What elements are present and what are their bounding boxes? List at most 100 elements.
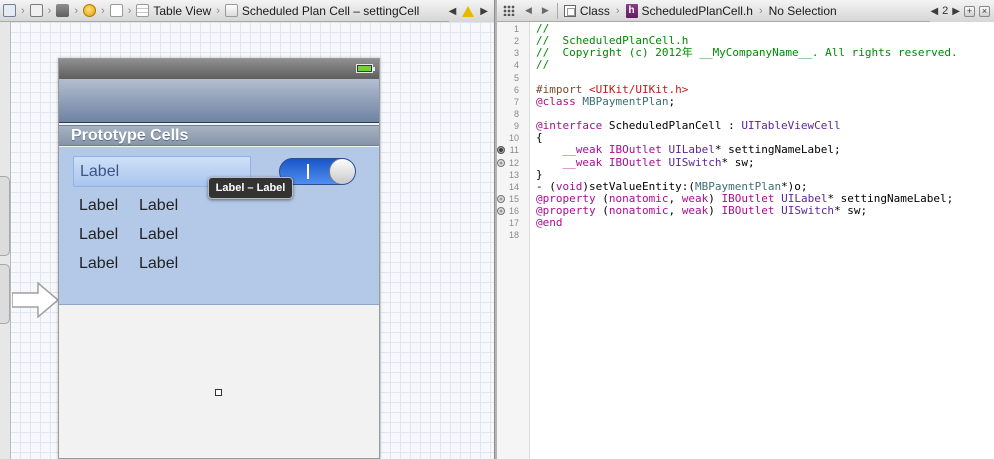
code-text: @property (nonatomic, weak) IBOutlet UIS…: [536, 205, 867, 217]
code-token: * settingNameLabel;: [827, 191, 954, 205]
code-token: //: [536, 22, 550, 35]
cell-resize-handle[interactable]: [215, 389, 222, 396]
code-token: UISwitch: [668, 155, 722, 169]
path-separator-icon: ›: [758, 4, 763, 17]
assistant-mode-label[interactable]: Class: [580, 4, 610, 18]
add-assistant-editor-icon[interactable]: +: [964, 5, 975, 17]
line-number: 13: [508, 169, 519, 180]
class-mode-icon: [563, 4, 576, 17]
warning-icon[interactable]: [462, 5, 475, 17]
switch-knob[interactable]: [329, 159, 355, 184]
code-token: ScheduledPlanCell :: [602, 119, 742, 133]
code-token: UILabel: [781, 191, 828, 205]
code-token: @end: [536, 216, 563, 230]
code-token: }: [536, 167, 543, 181]
cell-label[interactable]: Label: [79, 226, 118, 244]
cell-label[interactable]: Label: [139, 255, 178, 273]
code-line[interactable]: 3 // Copyright (c) 2012年 __MyCompanyName_…: [497, 47, 994, 59]
previous-issue-icon[interactable]: ◀: [449, 6, 457, 17]
path-separator-icon: ›: [101, 4, 105, 17]
line-number: 6: [513, 84, 519, 95]
navigation-bar[interactable]: [59, 79, 379, 123]
code-token: UILabel: [668, 143, 715, 157]
code-token: MBPaymentPlan: [694, 179, 782, 193]
jump-bar-view-controller[interactable]: [80, 0, 99, 22]
back-arrow-icon[interactable]: ◀: [525, 5, 532, 16]
assistant-jump-bar-controls: ◀ 2 ▶ + ×: [930, 0, 994, 22]
jump-bar-project[interactable]: [0, 0, 19, 22]
code-token: ,: [668, 191, 682, 205]
code-token: IBOutlet: [721, 191, 775, 205]
header-file-icon: h: [625, 3, 638, 18]
code-token: MBPaymentPlan: [582, 94, 669, 108]
code-token: *)o;: [781, 179, 808, 193]
toolbar-divider: [556, 2, 558, 19]
next-issue-icon[interactable]: ▶: [480, 6, 488, 17]
outline-scene-tab[interactable]: [0, 264, 10, 324]
jump-bar-table-view-label: Table View: [153, 3, 212, 18]
code-token: @class: [536, 94, 576, 108]
code-token: * sw;: [721, 155, 755, 169]
jump-bar-storyboard[interactable]: [27, 0, 46, 22]
code-text: @end: [536, 217, 563, 229]
previous-counterpart-icon[interactable]: ◀: [930, 6, 938, 17]
code-token: nonatomic: [608, 204, 669, 218]
outline-scene-tab[interactable]: [0, 176, 10, 256]
path-separator-icon: ›: [74, 4, 79, 17]
prototype-cells-header: Prototype Cells: [59, 125, 379, 146]
code-line[interactable]: 17 @end: [497, 217, 994, 229]
code-line[interactable]: 7 @class MBPaymentPlan;: [497, 94, 994, 108]
switch-on-mark: [307, 164, 309, 179]
code-token: __weak: [562, 155, 603, 169]
symbol-selection-label[interactable]: No Selection: [769, 4, 837, 18]
assistant-editor-pane: ◀ ▶ Class › h ScheduledPlanCell.h › No S…: [497, 0, 994, 459]
related-items-icon[interactable]: [503, 5, 515, 16]
path-separator-icon: ›: [216, 4, 220, 17]
line-number: 4: [513, 60, 519, 71]
code-token: <UIKit/UIKit.h>: [588, 82, 689, 96]
initial-scene-arrow-icon: [12, 282, 60, 318]
line-number: 12: [508, 157, 519, 168]
jump-bar-view[interactable]: [107, 0, 126, 22]
code-text: // Copyright (c) 2012年 __MyCompanyName__…: [536, 47, 958, 59]
code-token: #import: [536, 82, 589, 96]
prototype-cell[interactable]: Label Label Label Label Label Label Labe…: [59, 147, 379, 396]
counterpart-count: 2: [942, 5, 949, 17]
code-line[interactable]: 4 //: [497, 59, 994, 71]
ib-jump-bar-controls: ◀ ▶: [448, 0, 494, 22]
current-file-label[interactable]: ScheduledPlanCell.h: [642, 4, 753, 18]
jump-bar-cell[interactable]: Scheduled Plan Cell – settingCell: [222, 0, 422, 22]
line-number: 14: [508, 181, 519, 192]
code-token: IBOutlet: [608, 143, 662, 157]
code-line[interactable]: 9 @interface ScheduledPlanCell : UITableV…: [497, 120, 994, 132]
view-controller-scene[interactable]: Prototype Cells Label Label Label Label …: [58, 58, 380, 459]
jump-bar-table-view[interactable]: Table View: [133, 0, 214, 22]
code-token: //: [536, 58, 550, 72]
cell-label[interactable]: Label: [79, 197, 118, 215]
cell-label[interactable]: Label: [139, 197, 178, 215]
line-number: 9: [513, 121, 519, 132]
code-line[interactable]: 18: [497, 229, 994, 241]
interface-builder-pane: › › › › › Table View › Scheduled Plan Ce…: [0, 0, 494, 459]
next-counterpart-icon[interactable]: ▶: [952, 6, 960, 17]
code-token: ): [708, 191, 722, 205]
line-number: 18: [508, 230, 519, 241]
cell-label[interactable]: Label: [139, 226, 178, 244]
line-number: 10: [508, 133, 519, 144]
code-token: IBOutlet: [721, 204, 775, 218]
code-editor[interactable]: 1//2// ScheduledPlanCell.h 3// Copyright …: [497, 22, 994, 242]
code-line[interactable]: 16 @property (nonatomic, weak) IBOutlet U…: [497, 205, 994, 217]
line-number: 1: [513, 24, 519, 34]
scene-icon: [56, 4, 70, 17]
line-number: 7: [513, 96, 519, 107]
code-line[interactable]: 12 __weak IBOutlet UISwitch* sw;: [497, 155, 994, 169]
cell-label[interactable]: Label: [79, 255, 118, 273]
jump-bar-scene[interactable]: [53, 0, 72, 22]
close-assistant-editor-icon[interactable]: ×: [979, 5, 990, 17]
code-token: IBOutlet: [608, 155, 662, 169]
code-token: @property: [536, 204, 596, 218]
forward-arrow-icon[interactable]: ▶: [542, 5, 549, 16]
line-number: 3: [513, 48, 519, 59]
